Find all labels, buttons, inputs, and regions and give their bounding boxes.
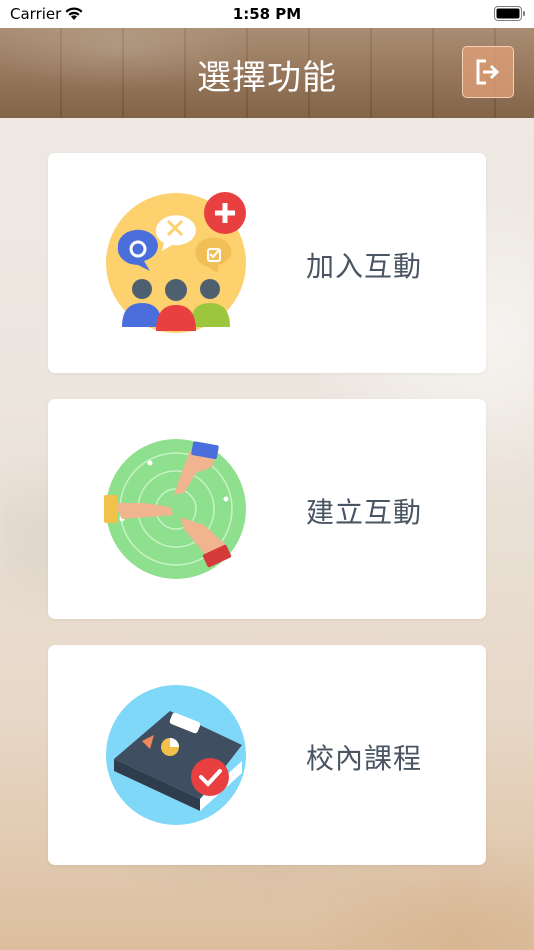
create-interaction-label: 建立互動 bbox=[306, 496, 423, 529]
logout-button[interactable] bbox=[462, 46, 514, 98]
school-course-label: 校內課程 bbox=[306, 742, 423, 775]
create-interaction-card[interactable]: 建立互動 bbox=[48, 399, 486, 619]
navigation-bar: 選擇功能 bbox=[0, 28, 534, 118]
battery-icon bbox=[494, 6, 525, 21]
clock: 1:58 PM bbox=[232, 5, 302, 23]
join-interaction-label: 加入互動 bbox=[306, 250, 423, 283]
page-title: 選擇功能 bbox=[197, 58, 337, 98]
join-interaction-icon bbox=[106, 192, 246, 333]
join-interaction-card[interactable]: 加入互動 bbox=[48, 153, 486, 373]
school-course-icon bbox=[106, 685, 246, 825]
school-course-card[interactable]: 校內課程 bbox=[48, 645, 486, 865]
logout-icon bbox=[476, 59, 500, 85]
create-interaction-icon bbox=[104, 439, 246, 579]
status-bar: Carrier 1:58 PM bbox=[0, 0, 534, 28]
